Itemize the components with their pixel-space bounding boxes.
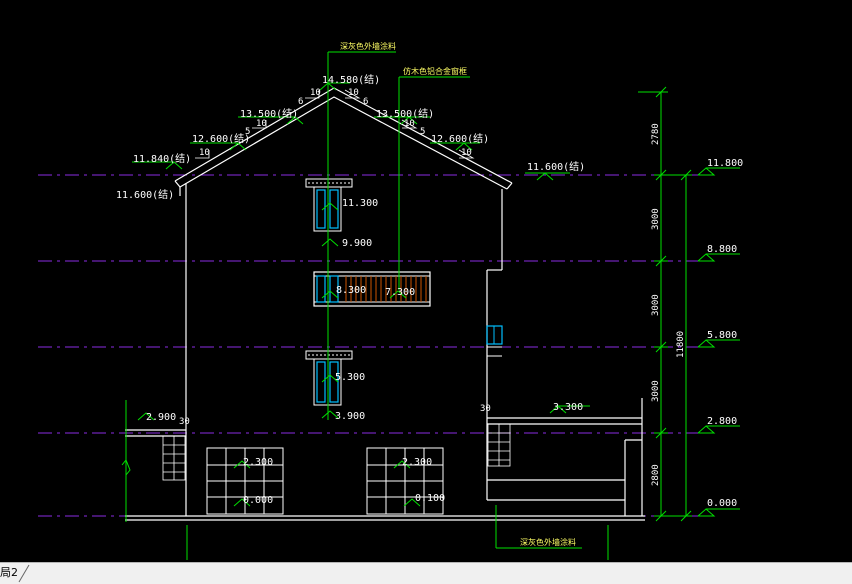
note-30-right: 30 (480, 404, 491, 414)
dimension-labels: 2780 3000 3000 3000 2800 11800 (651, 123, 686, 486)
inner-level-labels: 11.300 9.900 8.300 7.300 5.300 3.900 2.9… (146, 198, 583, 506)
slope-number-labels: 10 6 10 6 10 5 10 5 10 10 (199, 88, 472, 158)
slope-six-right: 6 (363, 97, 368, 107)
roof-slope-marks (195, 89, 475, 159)
layout-tab-bar: 局2 (0, 562, 852, 584)
slope-ten-ul: 10 (256, 119, 267, 129)
right-level-labels: 11.800 8.800 5.800 2.800 0.000 (707, 158, 743, 509)
level-3900: 3.900 (335, 411, 365, 422)
slope-ten-left: 10 (310, 88, 321, 98)
right-level-11800: 11.800 (707, 158, 743, 169)
right-level-5800: 5.800 (707, 330, 737, 341)
top-material-label: 深灰色外墙涂料 (340, 41, 396, 51)
left-eave-level: 11.840(结) (133, 152, 191, 165)
slope-six-left: 6 (298, 97, 303, 107)
right-mid-level: 12.600(结) (431, 132, 489, 145)
dim-total-11800: 11800 (676, 331, 686, 358)
level-2300-left: 2.300 (243, 457, 273, 468)
right-level-0000: 0.000 (707, 498, 737, 509)
level-8300: 8.300 (336, 285, 366, 296)
bottom-material-label: 深灰色外墙涂料 (520, 537, 576, 547)
right-level-8800: 8.800 (707, 244, 737, 255)
ridge-level: 14.580(结) (322, 73, 380, 86)
level-0000-ground: 0.000 (243, 495, 273, 506)
level-7300: 7.300 (385, 287, 415, 298)
slope-five-ul: 5 (245, 127, 250, 137)
dim-3000-low: 3000 (651, 380, 661, 402)
slope-ten-ml: 10 (199, 148, 210, 158)
slope-five-ur: 5 (420, 127, 425, 137)
level-2300-right: 2.300 (402, 457, 432, 468)
level-0100: 0.100 (415, 493, 445, 504)
slope-ten-ur: 10 (404, 119, 415, 129)
level-3300: 3.300 (553, 402, 583, 413)
note-30-left: 30 (179, 417, 190, 427)
roof-material-label: 仿木色铝合金窗框 (403, 66, 467, 76)
right-level-2800: 2.800 (707, 416, 737, 427)
left-low-level: 11.600(结) (116, 188, 174, 201)
left-upper-level: 13.500(结) (240, 107, 298, 120)
level-2900: 2.900 (146, 412, 176, 423)
right-low-level: 11.600(结) (527, 160, 585, 173)
level-5300: 5.300 (335, 372, 365, 383)
dim-2780: 2780 (651, 123, 661, 145)
level-11300: 11.300 (342, 198, 378, 209)
brick-pillars (162, 423, 511, 481)
left-mid-level: 12.600(结) (192, 132, 250, 145)
dim-3000-mid: 3000 (651, 294, 661, 316)
dimension-lines (121, 51, 740, 560)
elevation-drawing[interactable]: 深灰色外墙涂料 仿木色铝合金窗框 深灰色外墙涂料 14.580(结) 13.50… (0, 0, 852, 562)
dim-3000-top: 3000 (651, 208, 661, 230)
dim-2800: 2800 (651, 464, 661, 486)
layout-tab-label: 局2 (0, 566, 18, 579)
slope-ten-right: 10 (348, 88, 359, 98)
tab-edge-icon (18, 564, 30, 583)
slope-ten-mr: 10 (461, 148, 472, 158)
level-9900: 9.900 (342, 238, 372, 249)
